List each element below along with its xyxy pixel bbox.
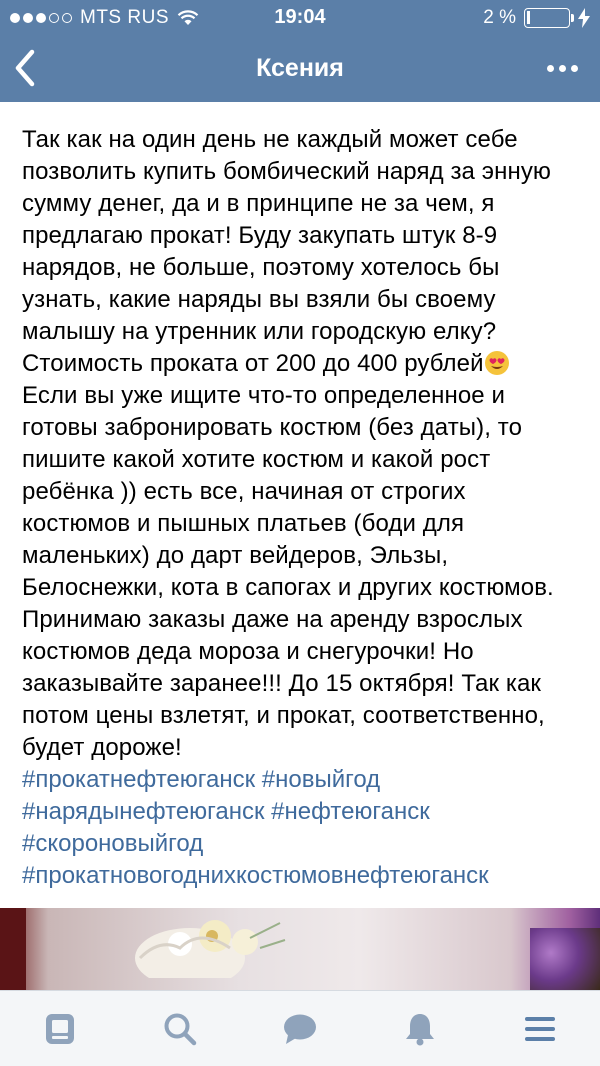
post-text-part-1: Так как на один день не каждый может себ… bbox=[22, 126, 552, 377]
tab-messages[interactable] bbox=[270, 999, 330, 1059]
tab-search[interactable] bbox=[150, 999, 210, 1059]
news-icon bbox=[46, 1013, 74, 1044]
photo-background-right bbox=[530, 928, 600, 990]
menu-icon bbox=[525, 1016, 555, 1041]
hashtag-link[interactable]: #прокатновогоднихкостюмовнефтеюганск bbox=[22, 862, 489, 889]
post-content: Так как на один день не каждый может себ… bbox=[22, 124, 582, 892]
notifications-icon bbox=[406, 1013, 434, 1045]
tab-news[interactable] bbox=[30, 999, 90, 1059]
hashtag-link[interactable]: #прокатнефтеюганск bbox=[22, 766, 255, 793]
flower-headband-image bbox=[135, 920, 286, 978]
hashtag-link[interactable]: #нефтеюганск bbox=[271, 798, 430, 825]
more-button[interactable] bbox=[542, 50, 582, 86]
hashtag-link[interactable]: #скороновыйгод bbox=[22, 830, 203, 857]
photo-background-left bbox=[0, 908, 26, 990]
tab-notifications[interactable] bbox=[390, 999, 450, 1059]
app-header: MTS RUS 19:04 2 % Ксения bbox=[0, 0, 600, 102]
bottom-tab-bar bbox=[0, 990, 600, 1066]
search-icon bbox=[164, 1013, 197, 1045]
page-title: Ксения bbox=[256, 54, 344, 82]
status-bar: MTS RUS 19:04 2 % bbox=[0, 0, 600, 36]
messages-icon bbox=[284, 1014, 316, 1044]
post-text-part-2: Если вы уже ищите что-то определенное и … bbox=[22, 382, 554, 761]
heart-eyes-emoji bbox=[484, 351, 509, 375]
tab-menu[interactable] bbox=[510, 999, 570, 1059]
battery-icon bbox=[524, 8, 574, 28]
post-text: Так как на один день не каждый может себ… bbox=[22, 124, 582, 764]
more-horizontal-icon bbox=[546, 64, 554, 72]
battery-percent: 2 % bbox=[483, 7, 516, 28]
status-right: 2 % bbox=[483, 7, 590, 29]
hashtags: #прокатнефтеюганск #новыйгод #нарядынефт… bbox=[22, 764, 582, 892]
charging-icon bbox=[578, 8, 590, 28]
hashtag-link[interactable]: #нарядынефтеюганск bbox=[22, 798, 265, 825]
post-photo[interactable] bbox=[0, 908, 600, 990]
nav-bar: Ксения bbox=[0, 36, 600, 102]
hashtag-link[interactable]: #новыйгод bbox=[262, 766, 380, 793]
